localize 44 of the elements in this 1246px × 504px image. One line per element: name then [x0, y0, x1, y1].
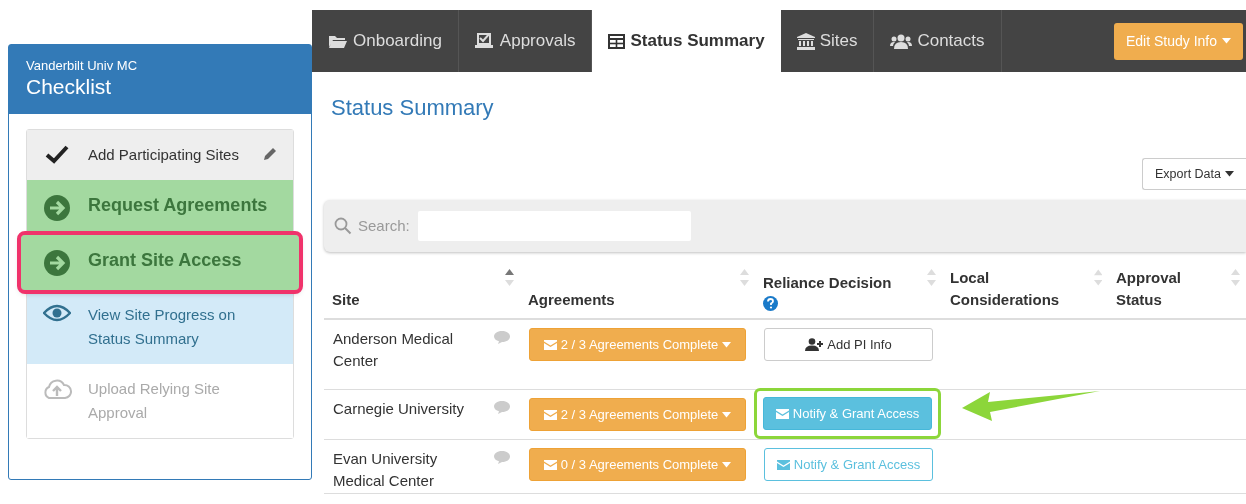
- pencil-icon[interactable]: [262, 146, 278, 162]
- sort-icon[interactable]: [505, 268, 514, 288]
- column-header[interactable]: Site: [324, 262, 520, 318]
- arrow-circle-icon: [43, 194, 71, 222]
- site-name: Anderson Medical Center: [333, 329, 455, 371]
- page-title: Status Summary: [331, 94, 495, 122]
- help-icon[interactable]: [763, 296, 778, 311]
- table-icon: [608, 33, 626, 49]
- envelope-icon: [543, 409, 557, 420]
- site-name: Evan University Medical Center: [333, 449, 439, 491]
- check-icon: [45, 144, 69, 164]
- folder-icon: [328, 33, 348, 49]
- cloud-upload-icon: [42, 378, 72, 400]
- export-button[interactable]: Export Data: [1142, 158, 1246, 190]
- search-label: Search:: [358, 215, 410, 236]
- nav-tab[interactable]: Status Summary: [592, 10, 781, 72]
- arrow-circle-icon: [43, 249, 71, 277]
- envelope-icon: [775, 408, 789, 419]
- checklist-item[interactable]: Add Participating Sites: [27, 130, 293, 180]
- checkbox-tray-icon: [474, 33, 495, 49]
- column-header[interactable]: Agreements: [520, 262, 755, 318]
- add-pi-button[interactable]: Add PI Info: [764, 328, 933, 361]
- comment-icon[interactable]: [494, 331, 510, 344]
- bank-icon: [796, 32, 815, 50]
- comment-icon[interactable]: [494, 451, 510, 464]
- caret-icon: [1225, 171, 1234, 177]
- column-header[interactable]: Reliance Decision: [755, 262, 942, 318]
- site-name: Carnegie University: [333, 399, 465, 419]
- envelope-icon: [543, 339, 557, 350]
- user-plus-icon: [805, 338, 824, 351]
- column-header[interactable]: Local Considerations: [942, 262, 1108, 318]
- panel-title: Checklist: [26, 74, 113, 100]
- panel-subtitle: Vanderbilt Univ MC: [26, 58, 139, 74]
- search-icon: [334, 217, 352, 235]
- caret-icon: [722, 411, 732, 418]
- caret-icon: [1222, 38, 1231, 44]
- eye-icon: [43, 304, 71, 322]
- caret-icon: [722, 341, 732, 348]
- envelope-icon: [543, 459, 557, 470]
- users-icon: [890, 33, 913, 49]
- envelope-icon: [776, 459, 790, 470]
- column-header[interactable]: Approval Status: [1108, 262, 1246, 318]
- comment-icon[interactable]: [494, 401, 510, 414]
- caret-icon: [722, 461, 732, 468]
